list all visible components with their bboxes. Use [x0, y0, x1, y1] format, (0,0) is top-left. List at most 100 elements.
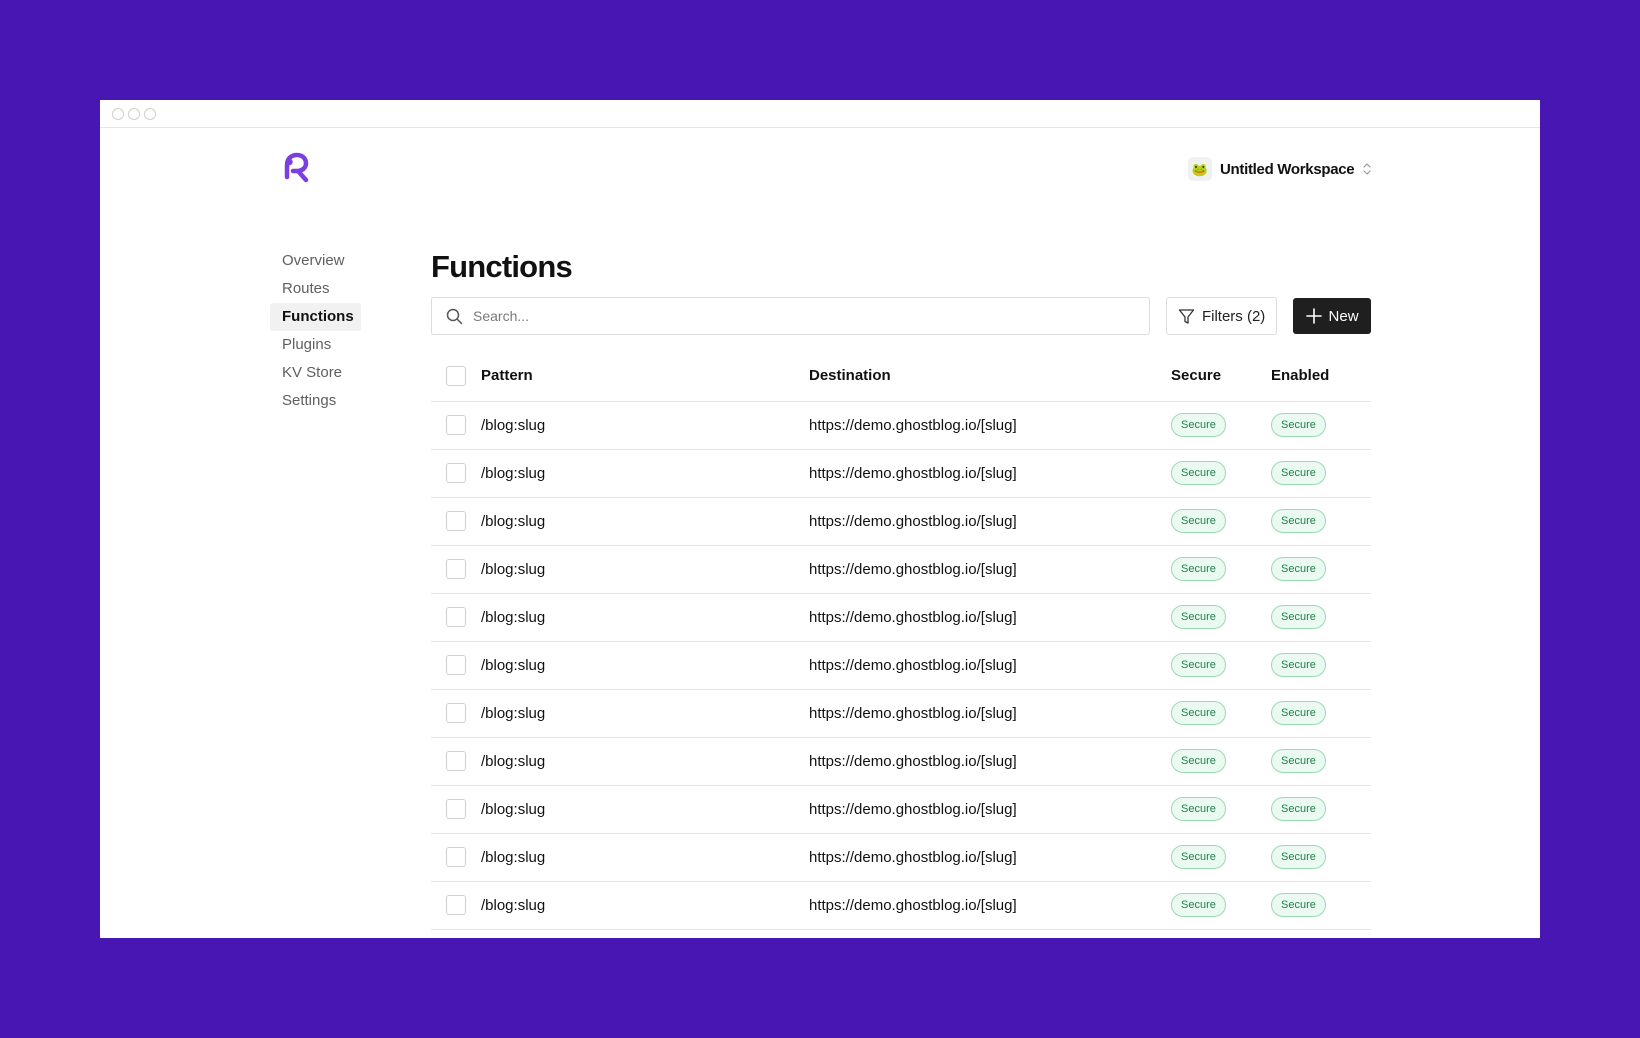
row-checkbox[interactable]: [446, 895, 466, 915]
table-row[interactable]: /blog:slug https://demo.ghostblog.io/[slu…: [431, 401, 1371, 450]
search-box[interactable]: [431, 297, 1151, 335]
row-checkbox[interactable]: [446, 463, 466, 483]
destination-cell: https://demo.ghostblog.io/[slug]: [809, 593, 1171, 642]
table-row[interactable]: /blog:slug https://demo.ghostblog.io/[slu…: [431, 689, 1371, 738]
enabled-badge: Secure: [1271, 749, 1326, 773]
sidebar-item-settings[interactable]: Settings: [270, 387, 361, 415]
app-logo-icon[interactable]: [280, 151, 312, 183]
sidebar-nav: Overview Routes Functions Plugins KV Store Se…: [270, 247, 366, 415]
filters-button-label: Filters (2): [1201, 307, 1266, 325]
enabled-badge: Secure: [1271, 893, 1326, 917]
table-row[interactable]: /blog:slug https://demo.ghostblog.io/[slu…: [431, 881, 1371, 930]
enabled-badge: Secure: [1271, 605, 1326, 629]
table-row[interactable]: /blog:slug https://demo.ghostblog.io/[slu…: [431, 449, 1371, 498]
row-checkbox[interactable]: [446, 415, 466, 435]
search-icon: [446, 308, 463, 324]
app-window: 🐸 Untitled Workspace Overview Routes Funct…: [100, 100, 1540, 938]
workspace-avatar: 🐸: [1188, 157, 1212, 181]
column-header-secure[interactable]: Secure: [1171, 351, 1271, 402]
pattern-cell: /blog:slug: [481, 881, 809, 930]
secure-badge: Secure: [1171, 845, 1226, 869]
window-zoom-control[interactable]: [144, 107, 156, 120]
row-checkbox[interactable]: [446, 799, 466, 819]
destination-cell: https://demo.ghostblog.io/[slug]: [809, 689, 1171, 738]
secure-badge: Secure: [1171, 749, 1226, 773]
destination-cell: https://demo.ghostblog.io/[slug]: [809, 449, 1171, 498]
destination-cell: https://demo.ghostblog.io/[slug]: [809, 881, 1171, 930]
pattern-cell: /blog:slug: [481, 737, 809, 786]
pattern-cell: /blog:slug: [481, 785, 809, 834]
enabled-badge: Secure: [1271, 797, 1326, 821]
row-checkbox[interactable]: [446, 607, 466, 627]
destination-cell: https://demo.ghostblog.io/[slug]: [809, 545, 1171, 594]
pattern-cell: /blog:slug: [481, 689, 809, 738]
sidebar-item-kv-store[interactable]: KV Store: [270, 359, 361, 387]
window-close-control[interactable]: [112, 107, 124, 120]
enabled-badge: Secure: [1271, 701, 1326, 725]
pattern-cell: /blog:slug: [481, 833, 809, 882]
workspace-name: Untitled Workspace: [1220, 160, 1355, 178]
chevron-up-down-icon: [1363, 163, 1371, 175]
enabled-badge: Secure: [1271, 413, 1326, 437]
pattern-cell: /blog:slug: [481, 497, 809, 546]
enabled-badge: Secure: [1271, 461, 1326, 485]
enabled-badge: Secure: [1271, 557, 1326, 581]
enabled-badge: Secure: [1271, 653, 1326, 677]
secure-badge: Secure: [1171, 653, 1226, 677]
sidebar-item-overview[interactable]: Overview: [270, 247, 361, 275]
window-titlebar: [100, 100, 1540, 128]
secure-badge: Secure: [1171, 461, 1226, 485]
main-content: Functions Filters (2) New: [431, 250, 1371, 930]
table-row[interactable]: /blog:slug https://demo.ghostblog.io/[slu…: [431, 833, 1371, 882]
search-input[interactable]: [473, 308, 1113, 324]
secure-badge: Secure: [1171, 797, 1226, 821]
destination-cell: https://demo.ghostblog.io/[slug]: [809, 497, 1171, 546]
table-header-row: Pattern Destination Secure Enabled: [431, 351, 1371, 402]
secure-badge: Secure: [1171, 413, 1226, 437]
row-checkbox[interactable]: [446, 511, 466, 531]
table-row[interactable]: /blog:slug https://demo.ghostblog.io/[slu…: [431, 497, 1371, 546]
pattern-cell: /blog:slug: [481, 593, 809, 642]
destination-cell: https://demo.ghostblog.io/[slug]: [809, 641, 1171, 690]
table-row[interactable]: /blog:slug https://demo.ghostblog.io/[slu…: [431, 545, 1371, 594]
sidebar-item-plugins[interactable]: Plugins: [270, 331, 361, 359]
sidebar-item-routes[interactable]: Routes: [270, 275, 361, 303]
row-checkbox[interactable]: [446, 703, 466, 723]
toolbar: Filters (2) New: [431, 297, 1371, 335]
row-checkbox[interactable]: [446, 559, 466, 579]
table-row[interactable]: /blog:slug https://demo.ghostblog.io/[slu…: [431, 785, 1371, 834]
pattern-cell: /blog:slug: [481, 449, 809, 498]
destination-cell: https://demo.ghostblog.io/[slug]: [809, 833, 1171, 882]
row-checkbox[interactable]: [446, 847, 466, 867]
secure-badge: Secure: [1171, 509, 1226, 533]
table-row[interactable]: /blog:slug https://demo.ghostblog.io/[slu…: [431, 593, 1371, 642]
secure-badge: Secure: [1171, 893, 1226, 917]
pattern-cell: /blog:slug: [481, 401, 809, 450]
functions-table: Pattern Destination Secure Enabled /blog…: [431, 351, 1371, 930]
destination-cell: https://demo.ghostblog.io/[slug]: [809, 737, 1171, 786]
new-button-label: New: [1328, 307, 1359, 325]
page-title: Functions: [431, 249, 573, 284]
row-checkbox[interactable]: [446, 655, 466, 675]
destination-cell: https://demo.ghostblog.io/[slug]: [809, 785, 1171, 834]
new-button[interactable]: New: [1293, 298, 1371, 334]
column-header-destination[interactable]: Destination: [809, 351, 1171, 402]
pattern-cell: /blog:slug: [481, 641, 809, 690]
destination-cell: https://demo.ghostblog.io/[slug]: [809, 401, 1171, 450]
enabled-badge: Secure: [1271, 845, 1326, 869]
workspace-switcher[interactable]: 🐸 Untitled Workspace: [1188, 156, 1372, 182]
filter-funnel-icon: [1178, 308, 1195, 324]
secure-badge: Secure: [1171, 605, 1226, 629]
column-header-pattern[interactable]: Pattern: [481, 351, 809, 402]
window-minimize-control[interactable]: [128, 107, 140, 120]
select-all-checkbox[interactable]: [446, 365, 466, 386]
secure-badge: Secure: [1171, 701, 1226, 725]
filters-button[interactable]: Filters (2): [1166, 297, 1278, 335]
table-row[interactable]: /blog:slug https://demo.ghostblog.io/[slu…: [431, 641, 1371, 690]
sidebar-item-functions[interactable]: Functions: [270, 303, 361, 331]
column-header-enabled[interactable]: Enabled: [1271, 351, 1371, 402]
pattern-cell: /blog:slug: [481, 545, 809, 594]
row-checkbox[interactable]: [446, 751, 466, 771]
enabled-badge: Secure: [1271, 509, 1326, 533]
table-row[interactable]: /blog:slug https://demo.ghostblog.io/[slu…: [431, 737, 1371, 786]
